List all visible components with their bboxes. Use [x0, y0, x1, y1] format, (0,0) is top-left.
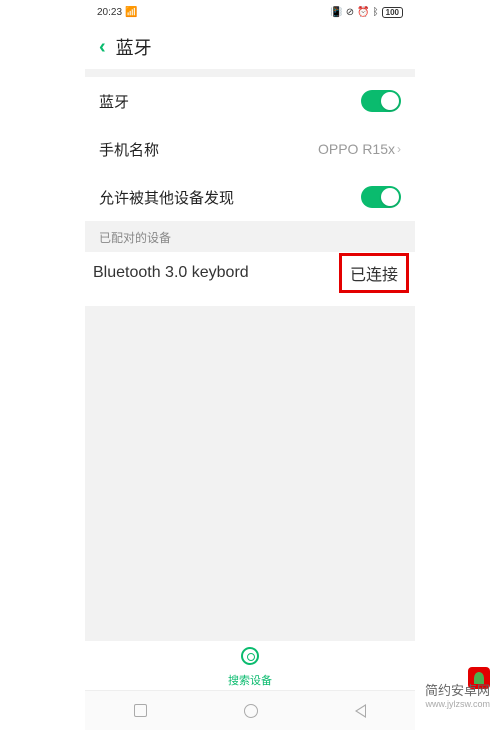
vibrate-icon: 📳 — [330, 7, 342, 18]
bluetooth-icon: ᛒ — [373, 7, 379, 18]
phone-name-value: OPPO R15x — [318, 141, 395, 157]
page-header: ‹ 蓝牙 — [85, 25, 415, 69]
empty-device-list — [85, 306, 415, 641]
page-title: 蓝牙 — [116, 34, 152, 60]
bluetooth-label: 蓝牙 — [99, 91, 129, 112]
paired-device-row[interactable]: Bluetooth 3.0 keybord 已连接 — [85, 252, 415, 294]
alarm-icon: ⏰ — [357, 7, 369, 18]
status-time: 20:23 — [97, 7, 122, 18]
back-icon[interactable]: ‹ — [99, 36, 106, 59]
status-bar: 20:23 📶 📳 ⊘ ⏰ ᛒ 100 — [85, 0, 415, 25]
watermark: 简约安卓网 www.jylzsw.com — [425, 680, 490, 709]
discoverable-label: 允许被其他设备发现 — [99, 187, 234, 208]
signal-icon: 📶 — [125, 7, 137, 18]
discoverable-row[interactable]: 允许被其他设备发现 — [85, 173, 415, 221]
navigation-bar — [85, 690, 415, 730]
discoverable-toggle[interactable] — [361, 186, 401, 208]
search-devices-button[interactable]: 搜索设备 — [85, 641, 415, 690]
watermark-url: www.jylzsw.com — [425, 699, 490, 709]
phone-name-label: 手机名称 — [99, 139, 159, 160]
paired-device-name: Bluetooth 3.0 keybord — [93, 264, 249, 282]
battery-indicator: 100 — [382, 7, 403, 18]
dnd-icon: ⊘ — [346, 7, 354, 18]
paired-device-status: 已连接 — [339, 253, 409, 293]
watermark-text: 简约安卓网 — [425, 680, 490, 699]
bluetooth-toggle-row[interactable]: 蓝牙 — [85, 77, 415, 125]
paired-section-header: 已配对的设备 — [85, 221, 415, 252]
bluetooth-toggle[interactable] — [361, 90, 401, 112]
chevron-right-icon: › — [397, 142, 401, 156]
search-target-icon — [241, 647, 259, 665]
divider — [85, 69, 415, 77]
search-label: 搜索设备 — [85, 672, 415, 688]
phone-name-row[interactable]: 手机名称 OPPO R15x › — [85, 125, 415, 173]
